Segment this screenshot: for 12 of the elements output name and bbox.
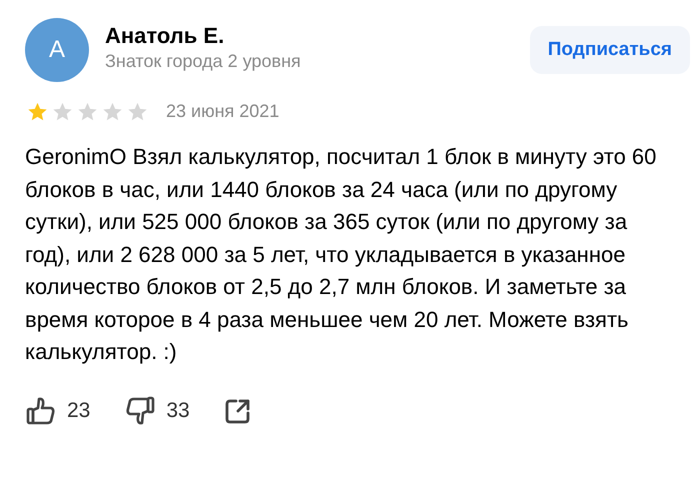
subscribe-button[interactable]: Подписаться (530, 26, 690, 74)
dislike-button[interactable]: 33 (124, 394, 190, 426)
share-icon (224, 396, 252, 424)
thumbs-up-icon (25, 394, 57, 426)
avatar: А (25, 18, 89, 82)
share-button[interactable] (224, 396, 252, 424)
author-name[interactable]: Анатоль Е. (105, 23, 530, 50)
thumbs-down-icon (124, 394, 156, 426)
like-button[interactable]: 23 (25, 394, 90, 426)
author-status: Знаток города 2 уровня (105, 50, 302, 73)
review-text: GeronimO Взял калькулятор, посчитал 1 блок в минуту это 60 блоков в час, или 1440 блоков за 24 часа (или по другому сутки), или 525 000 блоков за 365 суток (или по другому за год), или 2 628 000 за 5 лет, что укладывается в указанное количество блоков от 2,5 до 2,7 млн блоков. И заметьте за время которое в 4 раза меньшее чем 20 лет. Можете взять калькулятор. :) (25, 143, 658, 366)
review-date: 23 июня 2021 (166, 100, 280, 123)
